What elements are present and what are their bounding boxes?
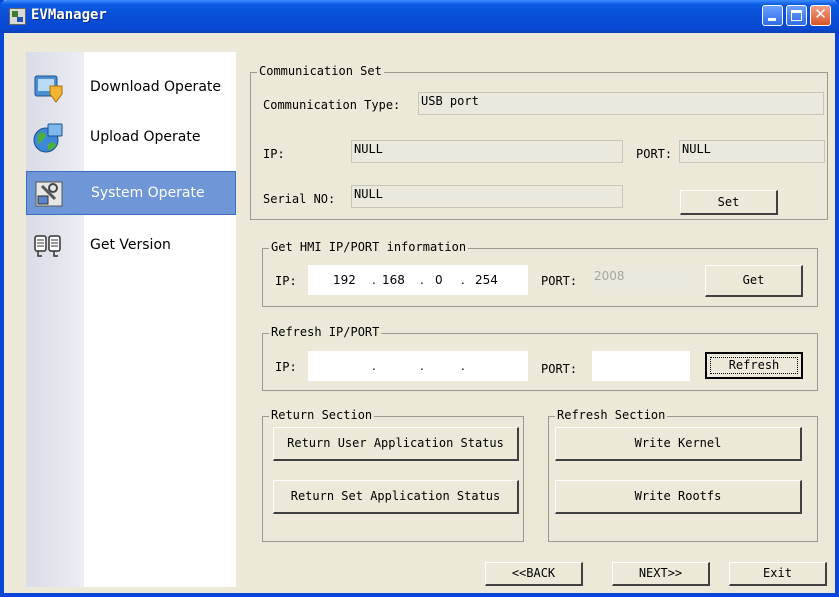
sidebar-item-label: System Operate [91, 185, 205, 201]
ip-octet: 0 [435, 273, 443, 287]
hmi-ip-input[interactable]: 192 . 168 . 0 . 254 [308, 265, 528, 295]
ip-dot: . [461, 273, 465, 287]
sidebar-item-label: Download Operate [90, 79, 221, 95]
upload-globe-icon [33, 123, 63, 153]
download-icon [34, 75, 63, 103]
close-icon: ✕ [814, 5, 827, 23]
write-kernel-button[interactable]: Write Kernel [555, 427, 802, 461]
minimize-icon [768, 18, 776, 21]
maximize-button[interactable] [786, 5, 807, 26]
get-button[interactable]: Get [705, 265, 803, 297]
back-button[interactable]: <<BACK [485, 562, 583, 586]
sidebar-item-system-operate[interactable]: System Operate [26, 171, 236, 215]
sidebar-item-label: Upload Operate [90, 129, 201, 145]
group-legend: Communication Set [257, 64, 384, 78]
sidebar: Download Operate Upload Operate System O… [26, 52, 236, 587]
ip-octet: 254 [475, 273, 498, 287]
hmi-port-label: PORT: [541, 274, 578, 288]
hmi-port-field: 2008 [592, 265, 690, 295]
group-legend: Refresh Section [555, 408, 668, 422]
ip-octet: 168 [382, 273, 405, 287]
sidebar-item-download-operate[interactable]: Download Operate [26, 66, 236, 112]
refresh-ip-input[interactable]: . . . [308, 351, 528, 381]
version-icon [34, 235, 61, 257]
ip-dot: . [420, 273, 424, 287]
next-button[interactable]: NEXT>> [612, 562, 710, 586]
exit-button[interactable]: Exit [729, 562, 827, 586]
window-title: EVManager [31, 7, 107, 23]
sidebar-item-upload-operate[interactable]: Upload Operate [26, 116, 236, 162]
refresh-button[interactable]: Refresh [705, 352, 803, 379]
refresh-ip-label: IP: [275, 360, 297, 374]
group-legend: Get HMI IP/PORT information [269, 240, 469, 254]
ip-dot: . [420, 359, 424, 373]
return-set-application-status-button[interactable]: Return Set Application Status [273, 480, 519, 514]
ip-label: IP: [263, 147, 285, 161]
port-label: PORT: [636, 147, 673, 161]
write-rootfs-button[interactable]: Write Rootfs [555, 480, 802, 514]
serial-no-field: NULL [351, 185, 623, 208]
title-bar[interactable]: EVManager ✕ [0, 0, 839, 33]
ip-field: NULL [351, 140, 623, 163]
return-user-application-status-button[interactable]: Return User Application Status [273, 427, 519, 461]
ip-dot: . [372, 273, 376, 287]
set-button[interactable]: Set [680, 190, 778, 215]
port-field: NULL [679, 140, 825, 163]
maximize-icon [791, 10, 802, 21]
ip-dot: . [461, 359, 465, 373]
minimize-button[interactable] [762, 5, 783, 26]
group-legend: Refresh IP/PORT [269, 325, 382, 339]
system-tools-icon [35, 181, 63, 207]
serial-no-label: Serial NO: [263, 192, 336, 206]
group-legend: Return Section [269, 408, 375, 422]
focus-ring [710, 357, 798, 374]
ip-octet: 192 [333, 273, 356, 287]
close-button[interactable]: ✕ [810, 5, 831, 26]
communication-type-field: USB port [418, 92, 824, 115]
communication-type-label: Communication Type: [263, 98, 401, 112]
refresh-port-input[interactable] [592, 351, 690, 381]
ip-dot: . [372, 359, 376, 373]
sidebar-item-get-version[interactable]: Get Version [26, 224, 236, 270]
sidebar-item-label: Get Version [90, 237, 171, 253]
hmi-ip-label: IP: [275, 274, 297, 288]
app-icon [9, 8, 26, 25]
refresh-port-label: PORT: [541, 362, 578, 376]
